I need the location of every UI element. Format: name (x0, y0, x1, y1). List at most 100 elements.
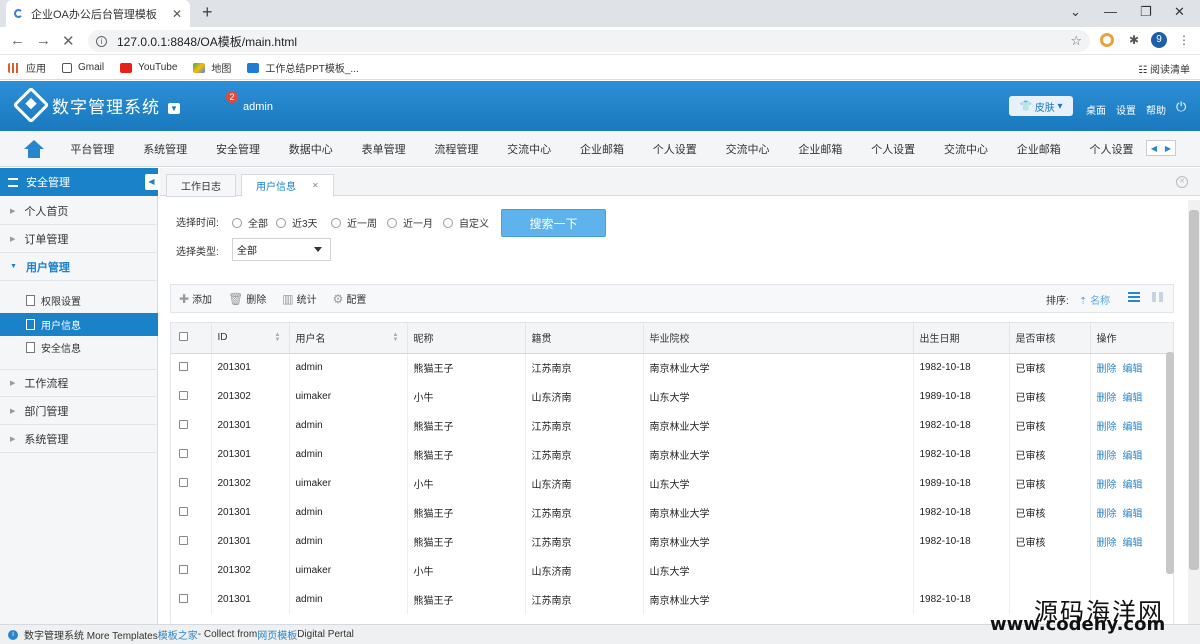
nav-item[interactable]: 个人设置 (1075, 141, 1148, 157)
close-all-tabs-icon[interactable]: ✕ (1176, 176, 1188, 188)
browser-tab[interactable]: 企业OA办公后台管理模板 ✕ (6, 0, 190, 27)
row-edit-link[interactable]: 编辑 (1123, 509, 1143, 520)
sidebar-collapse-button[interactable]: ◀ (145, 174, 158, 190)
search-button[interactable]: 搜索一下 (501, 209, 606, 237)
row-edit-link[interactable]: 编辑 (1123, 480, 1143, 491)
row-edit-link[interactable]: 编辑 (1123, 422, 1143, 433)
sidebar-item-system[interactable]: ▶ 系统管理 (0, 425, 158, 453)
site-info-icon[interactable]: i (96, 35, 107, 47)
table-row[interactable]: 201301 admin 熊猫王子 江苏南京 南京林业大学 1982-10-18 已审核 删除… (171, 411, 1173, 440)
settings-link[interactable]: 设置 (1116, 102, 1136, 117)
bookmark-ppt[interactable]: 工作总结PPT模板_... (247, 60, 359, 75)
stats-button[interactable]: ▥ 统计 (282, 291, 316, 307)
table-row[interactable]: 201301 admin 熊猫王子 江苏南京 南京林业大学 1982-10-18 已审核 删除… (171, 527, 1173, 556)
nav-item[interactable]: 个人设置 (857, 141, 930, 157)
table-row[interactable]: 201301 admin 熊猫王子 江苏南京 南京林业大学 1982-10-18 已审核 删除… (171, 440, 1173, 469)
notification-badge[interactable]: 2 (226, 91, 238, 103)
type-select[interactable]: 全部 (232, 238, 331, 261)
radio-circle[interactable] (232, 217, 242, 228)
add-button[interactable]: ✚ 添加 (179, 291, 212, 307)
row-checkbox[interactable] (179, 361, 188, 371)
stop-loading-button[interactable]: ✕ (62, 32, 75, 50)
table-scrollbar[interactable] (1166, 352, 1174, 574)
row-checkbox[interactable] (179, 390, 188, 400)
sort-icon[interactable]: ▲ ▼ (393, 332, 399, 343)
nav-item[interactable]: 企业邮箱 (566, 141, 639, 157)
sidebar-item-workflow[interactable]: ▶ 工作流程 (0, 369, 158, 397)
table-row[interactable]: 201302 uimaker 小牛 山东济南 山东大学 1989-10-18 已审核 删除 编辑 (171, 469, 1173, 498)
grid-view-icon[interactable] (1152, 292, 1163, 302)
row-delete-link[interactable]: 删除 (1097, 451, 1117, 462)
row-edit-link[interactable]: 编辑 (1123, 451, 1143, 462)
row-checkbox[interactable] (179, 506, 188, 516)
arrow-right-icon[interactable]: ▶ (1165, 144, 1171, 153)
close-tab-icon[interactable]: ✕ (312, 181, 319, 190)
config-button[interactable]: ⚙ 配置 (333, 291, 367, 307)
tab-user-info[interactable]: 用户信息 ✕ (241, 174, 334, 197)
sort-icon[interactable]: ▲ ▼ (275, 332, 281, 343)
table-row[interactable]: 201302 uimaker 小牛 山东济南 山东大学 1989-10-18 已审核 删除 编辑 (171, 382, 1173, 411)
radio-circle[interactable] (443, 217, 453, 228)
row-delete-link[interactable]: 删除 (1097, 364, 1117, 375)
sidebar-item-users[interactable]: ▼ 用户管理 (0, 253, 158, 281)
nav-item[interactable]: 个人设置 (638, 141, 711, 157)
radio-circle[interactable] (331, 217, 341, 228)
sort-by-name[interactable]: ⇡ 名称 (1079, 292, 1110, 307)
nav-item[interactable]: 企业邮箱 (1002, 141, 1075, 157)
row-checkbox[interactable] (179, 564, 188, 574)
close-tab-icon[interactable]: ✕ (172, 7, 182, 21)
nav-scroll-arrows[interactable]: ◀ ▶ (1146, 140, 1176, 156)
forward-button[interactable]: → (36, 32, 51, 49)
browser-menu-icon[interactable]: ⋮ (1176, 32, 1192, 48)
sidebar-item-departments[interactable]: ▶ 部门管理 (0, 397, 158, 425)
sidebar-item-home[interactable]: ▶ 个人首页 (0, 197, 158, 225)
nav-item[interactable]: 系统管理 (129, 141, 202, 157)
desktop-link[interactable]: 桌面 (1086, 102, 1106, 117)
column-header-username[interactable]: 用户名 ▲ ▼ (289, 323, 408, 354)
radio-circle[interactable] (387, 217, 397, 228)
footer-link-webtemplates[interactable]: 网页模板 (257, 627, 297, 642)
delete-button[interactable]: 🗑 删除 (228, 291, 266, 307)
nav-item[interactable]: 交流中心 (493, 141, 566, 157)
radio-3days[interactable]: 近3天 (276, 215, 318, 230)
close-window-button[interactable]: ✕ (1174, 4, 1185, 20)
help-link[interactable]: 帮助 (1146, 102, 1166, 117)
nav-item[interactable]: 平台管理 (56, 141, 129, 157)
row-checkbox[interactable] (179, 593, 188, 603)
row-checkbox[interactable] (179, 535, 188, 545)
row-checkbox[interactable] (179, 477, 188, 487)
nav-item[interactable]: 交流中心 (711, 141, 784, 157)
arrow-left-icon[interactable]: ◀ (1151, 144, 1157, 153)
list-view-icon[interactable] (1128, 292, 1140, 302)
row-delete-link[interactable]: 删除 (1097, 538, 1117, 549)
nav-item[interactable]: 安全管理 (202, 141, 275, 157)
puzzle-icon[interactable]: ✱ (1126, 32, 1142, 48)
radio-week[interactable]: 近一周 (331, 215, 377, 230)
bookmark-maps[interactable]: 地图 (193, 60, 231, 75)
tab-search-icon[interactable]: ⌄ (1070, 4, 1081, 20)
bookmark-star-icon[interactable]: ☆ (1070, 33, 1082, 49)
row-checkbox[interactable] (179, 419, 188, 429)
sidebar-subitem-security-info[interactable]: 安全信息 (0, 336, 158, 359)
minimize-button[interactable]: — (1104, 4, 1117, 19)
footer-link-templates[interactable]: 模板之家 (158, 627, 198, 642)
username[interactable]: admin (243, 101, 273, 113)
system-dropdown-icon[interactable]: ▼ (168, 103, 180, 114)
nav-item[interactable]: 流程管理 (420, 141, 493, 157)
table-row[interactable]: 201302 uimaker 小牛 山东济南 山东大学 (171, 556, 1173, 585)
radio-month[interactable]: 近一月 (387, 215, 433, 230)
sidebar-subitem-user-info[interactable]: 用户信息 (0, 313, 158, 336)
nav-item[interactable]: 企业邮箱 (784, 141, 857, 157)
radio-circle[interactable] (276, 217, 286, 228)
reading-list-button[interactable]: ☷ 阅读清单 (1138, 61, 1190, 76)
url-input[interactable]: i 127.0.0.1:8848/OA模板/main.html ☆ (88, 30, 1090, 52)
page-scrollbar-thumb[interactable] (1189, 210, 1199, 570)
bookmark-youtube[interactable]: YouTube (120, 62, 177, 73)
table-row[interactable]: 201301 admin 熊猫王子 江苏南京 南京林业大学 1982-10-18 (171, 585, 1173, 614)
skin-button[interactable]: 👕 皮肤 ▾ (1009, 96, 1073, 116)
sidebar-subitem-permissions[interactable]: 权限设置 (0, 289, 158, 312)
maximize-button[interactable]: ❐ (1140, 4, 1152, 20)
profile-avatar[interactable]: 9 (1151, 32, 1167, 48)
tab-work-log[interactable]: 工作日志 (166, 174, 236, 197)
row-delete-link[interactable]: 删除 (1097, 509, 1117, 520)
